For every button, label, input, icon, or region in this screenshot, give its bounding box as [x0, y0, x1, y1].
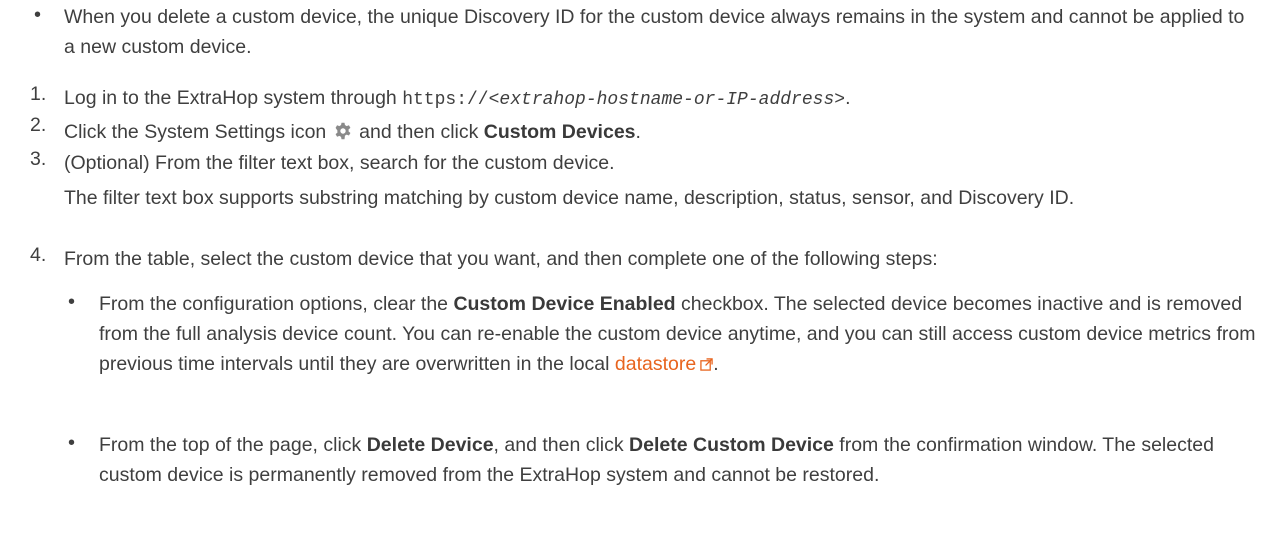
step-1-lead: Log in to the ExtraHop system through [64, 87, 403, 109]
sub-bullet-2-text: From the top of the page, click Delete D… [99, 430, 1259, 490]
datastore-link[interactable]: datastore [615, 353, 696, 375]
bullet-marker: • [68, 291, 76, 313]
note-text: When you delete a custom device, the uni… [64, 6, 1245, 58]
bullet-marker: • [34, 4, 42, 26]
document-body: • When you delete a custom device, the u… [0, 0, 1267, 557]
step-2-text: Click the System Settings icon and then … [64, 117, 1254, 147]
sub-bullet-1-text: From the configuration options, clear th… [99, 289, 1259, 379]
custom-device-enabled-label: Custom Device Enabled [453, 293, 676, 315]
sub-2-part: From the top of the page, click [99, 434, 367, 456]
step-1-text: Log in to the ExtraHop system through ht… [64, 83, 1254, 115]
step-number: 4. [30, 244, 47, 266]
step-2-mid: and then click [359, 121, 484, 143]
sub-1-part: From the configuration options, clear th… [99, 293, 454, 315]
step-2-end: . [635, 121, 641, 143]
url-placeholder: <extrahop-hostname-or-IP-address> [488, 90, 846, 110]
url-prefix: https:// [402, 90, 489, 110]
step-2-lead: Click the System Settings icon [64, 121, 327, 143]
step-number: 2. [30, 114, 47, 136]
gear-icon [335, 122, 351, 140]
step-1-end: . [845, 87, 851, 109]
bullet-marker: • [68, 432, 76, 454]
delete-device-label: Delete Device [366, 434, 494, 456]
sub-1-part: . [713, 353, 719, 375]
step-3-note: The filter text box supports substring m… [64, 187, 1075, 209]
delete-custom-device-label: Delete Custom Device [629, 434, 834, 456]
step-4-text: From the table, select the custom device… [64, 248, 938, 270]
step-3-text: (Optional) From the filter text box, sea… [64, 152, 615, 174]
sub-2-part: , and then click [493, 434, 630, 456]
step-number: 3. [30, 148, 47, 170]
custom-devices-label: Custom Devices [483, 121, 636, 143]
external-link-icon[interactable] [700, 358, 713, 371]
step-number: 1. [30, 83, 47, 105]
